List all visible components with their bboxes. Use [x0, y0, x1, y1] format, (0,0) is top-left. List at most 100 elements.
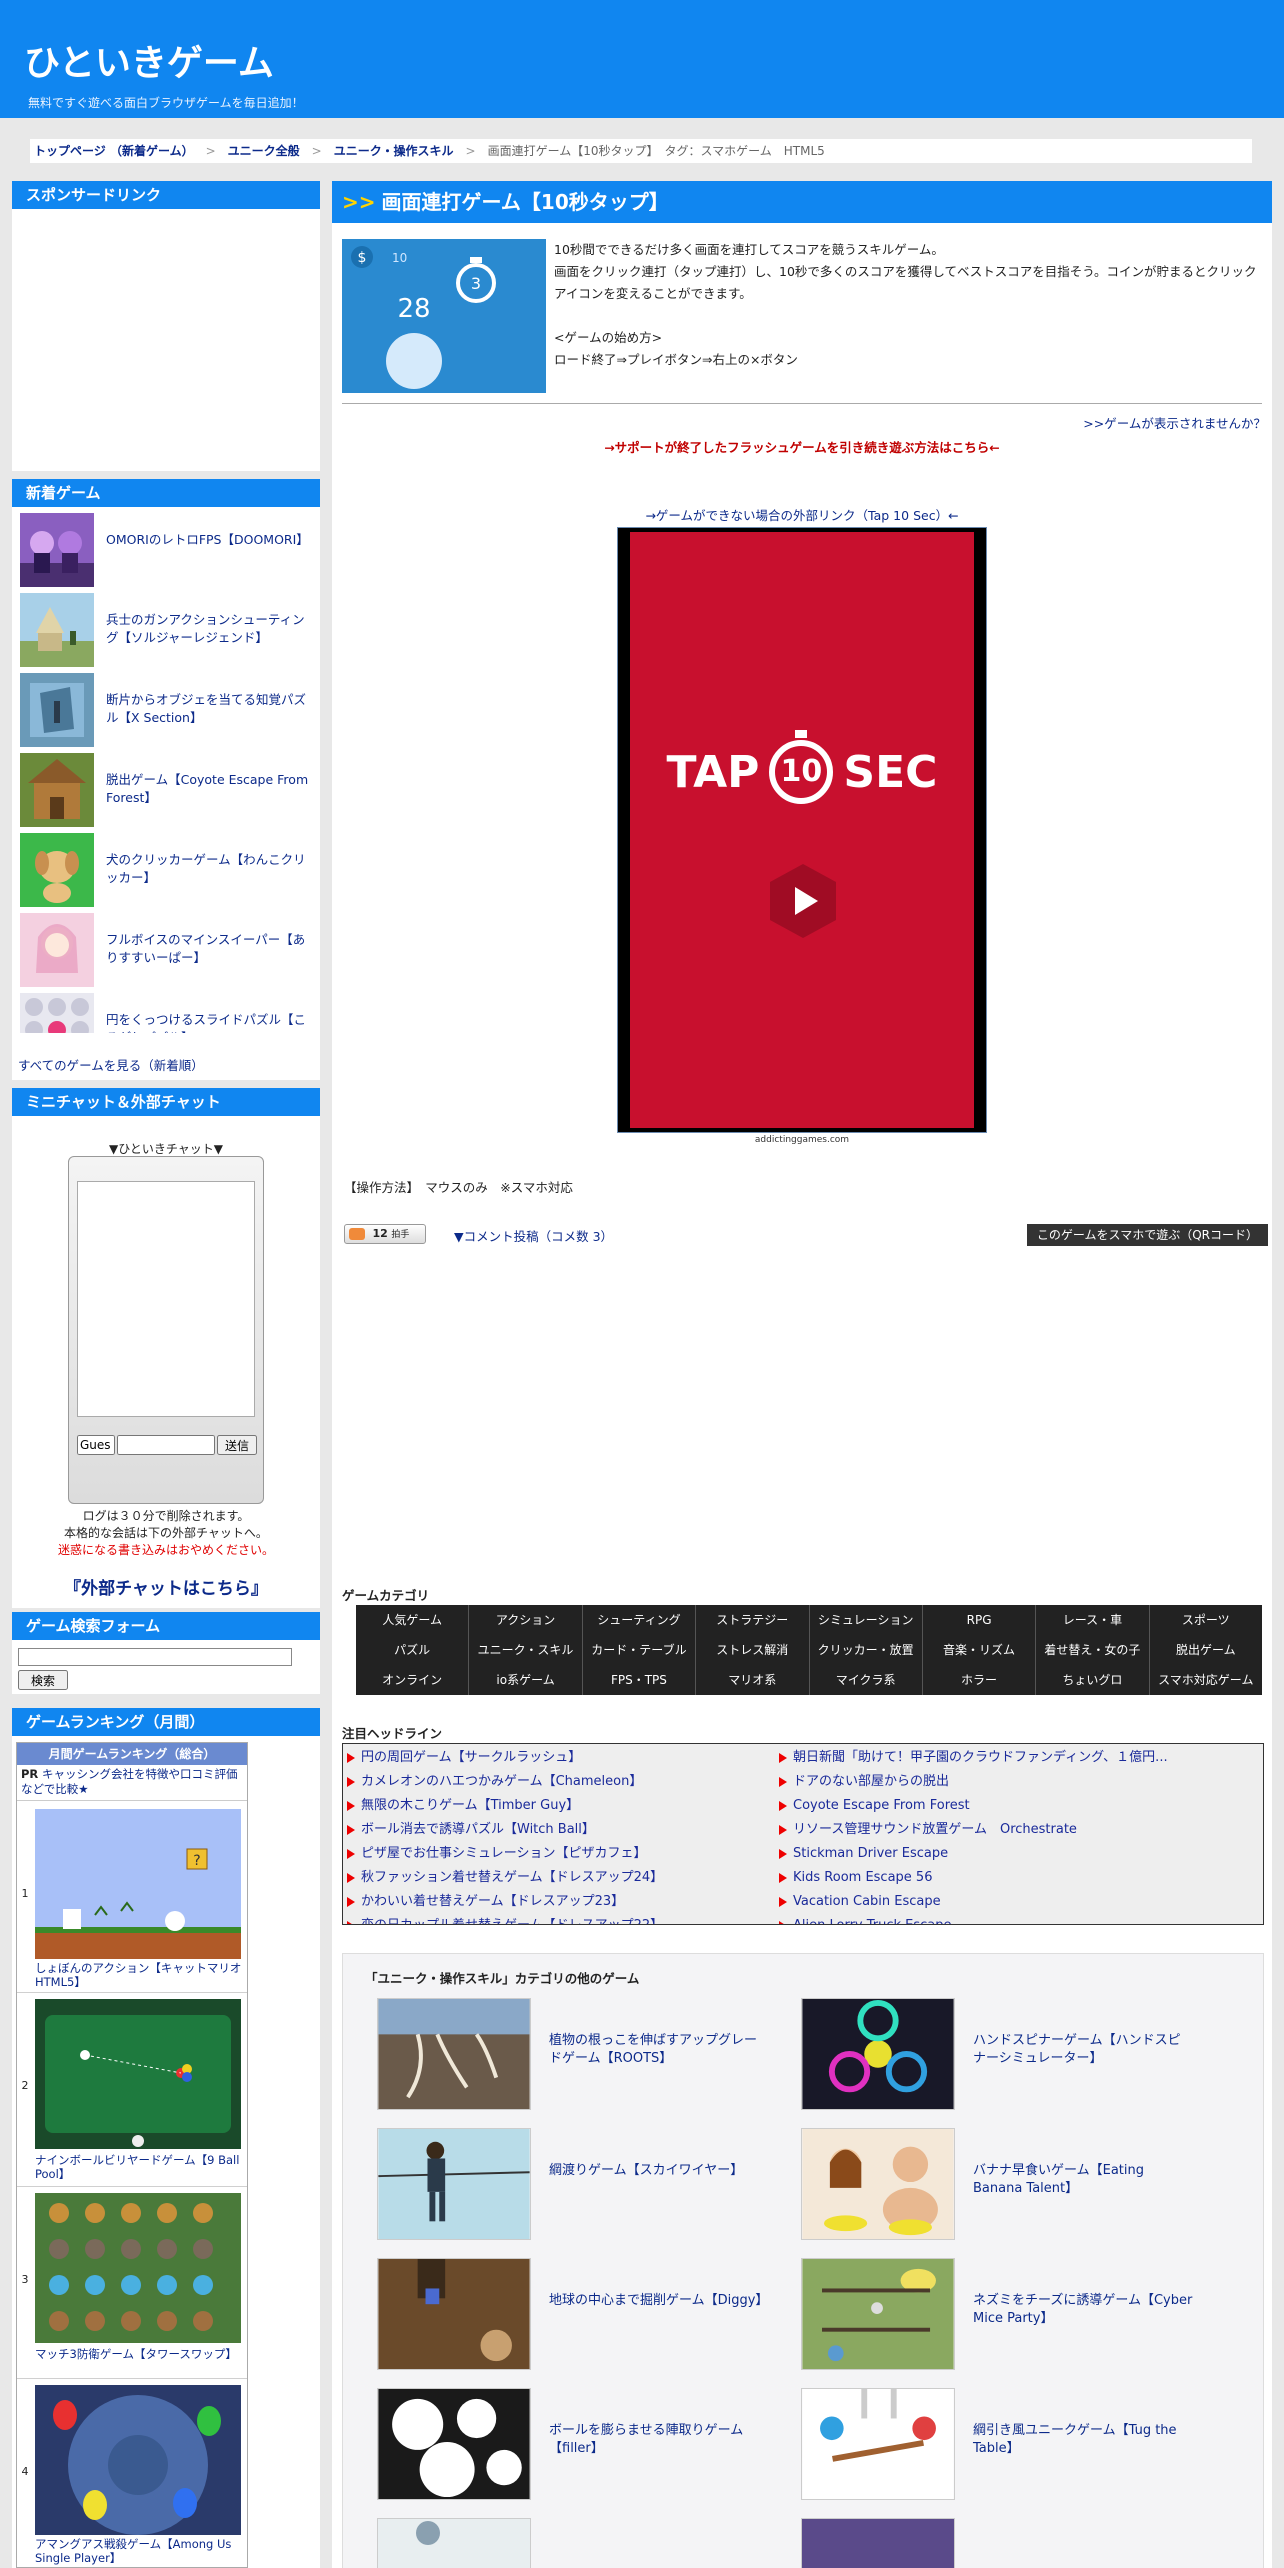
category-link[interactable]: クリッカー・放置 — [810, 1635, 923, 1665]
other-game-item[interactable]: ハンドスピナーゲーム【ハンドスピナーシミュレーター】 — [801, 1998, 1211, 2126]
external-chat-link[interactable]: 『外部チャットはこちら』 — [12, 1574, 320, 1599]
category-link[interactable]: FPS・TPS — [583, 1665, 697, 1695]
other-game-item[interactable]: 地球の中心まで掘削ゲーム【Diggy】 — [377, 2258, 787, 2386]
ranking-row[interactable]: 2 ナインボールビリヤードゲーム【9 Ball Pool】 — [17, 1993, 247, 2187]
site-title[interactable]: ひといきゲーム — [24, 34, 274, 86]
category-link[interactable]: io系ゲーム — [469, 1665, 583, 1695]
category-link[interactable]: マイクラ系 — [810, 1665, 923, 1695]
new-games-list: OMORIのレトロFPS【DOOMORI】 兵士のガンアクションシューティング【… — [12, 513, 320, 1033]
other-game-item[interactable]: 綱引き風ユニークゲーム【Tug the Table】 — [801, 2388, 1211, 2516]
qr-button[interactable]: このゲームをスマホで遊ぶ（QRコード） — [1026, 1224, 1268, 1246]
new-game-item[interactable]: 兵士のガンアクションシューティング【ソルジャーレジェンド】 — [20, 593, 312, 669]
ranking-number: 1 — [21, 1887, 29, 1900]
other-game-item[interactable]: ネズミをチーズに誘導ゲーム【Cyber Mice Party】 — [801, 2258, 1211, 2386]
category-link[interactable]: ユニーク・スキル — [469, 1635, 583, 1665]
ranking-row[interactable]: 1 ? しょぼんのアクション【キャットマリオ HTML5】 — [17, 1803, 247, 1993]
main-content: >> 画面連打ゲーム【10秒タップ】 $ 10 3 28 10秒間でできるだけ多く… — [332, 181, 1272, 2568]
clap-button[interactable]: 12 拍手 — [344, 1224, 426, 1244]
pr-link[interactable]: キャッシング会社を特徴や口コミ評価などで比較★ — [21, 1767, 237, 1796]
category-link[interactable]: パズル — [356, 1635, 470, 1665]
breadcrumb-home[interactable]: トップページ （新着ゲーム） — [34, 144, 194, 158]
search-button[interactable]: 検索 — [18, 1670, 68, 1690]
headline-item[interactable]: Vacation Cabin Escape — [779, 1890, 1209, 1914]
not-shown-link[interactable]: >>ゲームが表示されませんか？ — [1083, 413, 1266, 432]
category-link[interactable]: シミュレーション — [810, 1605, 923, 1635]
category-link[interactable]: 音楽・リズム — [923, 1635, 1037, 1665]
headline-item[interactable]: 朝日新聞「助けて！甲子園のクラウドファンディング、１億円... — [779, 1746, 1209, 1770]
all-games-link[interactable]: すべてのゲームを見る（新着順） — [18, 1055, 204, 1074]
category-link[interactable]: 着せ替え・女の子 — [1036, 1635, 1150, 1665]
other-game-item[interactable]: ボールを膨らませる陣取りゲーム【filler】 — [377, 2388, 787, 2516]
chat-name-field[interactable] — [77, 1435, 115, 1455]
new-game-label: OMORIのレトロFPS【DOOMORI】 — [106, 532, 309, 547]
headline-text: 恋の日カップル着せ替えゲーム【ドレスアップ22】 — [361, 1918, 663, 1924]
new-game-item[interactable]: 犬のクリッカーゲーム【わんこクリッカー】 — [20, 833, 312, 909]
headline-item[interactable]: 円の周回ゲーム【サークルラッシュ】 — [347, 1746, 767, 1770]
headline-text: ドアのない部屋からの脱出 — [793, 1774, 950, 1789]
headline-text: Kids Room Escape 56 — [793, 1870, 933, 1885]
new-game-item[interactable]: OMORIのレトロFPS【DOOMORI】 — [20, 513, 312, 589]
comment-link[interactable]: ▼コメント投稿（コメ数 3） — [454, 1226, 613, 1245]
ranking-box: ゲームランキング（月間） 月間ゲームランキング（総合） PR キャッシング会社を… — [12, 1708, 320, 2568]
category-link[interactable]: アクション — [469, 1605, 583, 1635]
headline-item[interactable]: リソース管理サウンド放置ゲーム Orchestrate — [779, 1818, 1209, 1842]
headline-item[interactable]: ドアのない部屋からの脱出 — [779, 1770, 1209, 1794]
new-game-item[interactable]: 断片からオブジェを当てる知覚パズル【X Section】 — [20, 673, 312, 749]
ranking-pr[interactable]: PR キャッシング会社を特徴や口コミ評価などで比較★ — [17, 1765, 247, 1801]
category-link[interactable]: マリオ系 — [696, 1665, 810, 1695]
category-link[interactable]: ストラテジー — [696, 1605, 810, 1635]
chat-log[interactable] — [77, 1181, 255, 1417]
ranking-row[interactable]: 4 アマングアス戦殺ゲーム【Among Us Single Player】 — [17, 2379, 247, 2567]
game-frame[interactable]: TAP 10 SEC — [617, 527, 987, 1133]
ranking-number: 2 — [21, 2079, 29, 2092]
play-button[interactable] — [768, 862, 838, 940]
category-link[interactable]: スポーツ — [1150, 1605, 1262, 1635]
headlines-box: 円の周回ゲーム【サークルラッシュ】 カメレオンのハエつかみゲーム【Chameleo… — [342, 1743, 1264, 1925]
other-game-item[interactable]: バナナ早食いゲーム【Eating Banana Talent】 — [801, 2128, 1211, 2256]
ranking-thumb — [35, 1999, 241, 2149]
headline-item[interactable]: Stickman Driver Escape — [779, 1842, 1209, 1866]
desc-line: 10秒間でできるだけ多く画面を連打してスコアを競うスキルゲーム。 — [554, 242, 944, 257]
flash-notice-link[interactable]: →サポートが終了したフラッシュゲームを引き続き遊ぶ方法はこちら← — [332, 437, 1272, 456]
game-credit[interactable]: addictinggames.com — [332, 1135, 1272, 1145]
headline-item[interactable]: 無限の木こりゲーム【Timber Guy】 — [347, 1794, 767, 1818]
desc-line: 画面をクリック連打（タップ連打）し、10秒で多くのスコアを獲得してベストスコアを… — [554, 264, 1257, 301]
category-link[interactable]: スマホ対応ゲーム — [1150, 1665, 1262, 1695]
search-input[interactable] — [18, 1648, 292, 1666]
chat-send-button[interactable]: 送信 — [217, 1435, 257, 1455]
headline-item[interactable]: カメレオンのハエつかみゲーム【Chameleon】 — [347, 1770, 767, 1794]
headline-item[interactable]: Coyote Escape From Forest — [779, 1794, 1209, 1818]
new-game-item[interactable]: 脱出ゲーム【Coyote Escape From Forest】 — [20, 753, 312, 829]
external-game-link[interactable]: →ゲームができない場合の外部リンク（Tap 10 Sec）← — [332, 505, 1272, 524]
headline-item[interactable]: かわいい着せ替えゲーム【ドレスアップ23】 — [347, 1890, 767, 1914]
headline-item[interactable]: ボール消去で誘導パズル【Witch Ball】 — [347, 1818, 767, 1842]
category-link[interactable]: 人気ゲーム — [356, 1605, 470, 1635]
breadcrumb-unique[interactable]: ユニーク全般 — [228, 144, 300, 158]
other-game-thumb-partial[interactable] — [377, 2518, 531, 2568]
new-game-item[interactable]: 円をくっつけるスライドパズル【ころがしパズル】 — [20, 993, 312, 1033]
headline-item[interactable]: Alien Lorry Truck Escape — [779, 1914, 1209, 1924]
headline-item[interactable]: ピザ屋でお仕事シミュレーション【ピザカフェ】 — [347, 1842, 767, 1866]
headline-item[interactable]: 恋の日カップル着せ替えゲーム【ドレスアップ22】 — [347, 1914, 767, 1924]
category-link[interactable]: レース・車 — [1036, 1605, 1150, 1635]
game-canvas[interactable]: TAP 10 SEC — [630, 532, 974, 1128]
headline-item[interactable]: 秋ファッション着せ替えゲーム【ドレスアップ24】 — [347, 1866, 767, 1890]
category-link[interactable]: 脱出ゲーム — [1150, 1635, 1262, 1665]
category-link[interactable]: RPG — [923, 1605, 1037, 1635]
breadcrumb-skill[interactable]: ユニーク・操作スキル — [334, 144, 454, 158]
category-link[interactable]: ちょいグロ — [1036, 1665, 1150, 1695]
other-game-item[interactable]: 綱渡りゲーム【スカイワイヤー】 — [377, 2128, 787, 2256]
category-link[interactable]: カード・テーブル — [583, 1635, 697, 1665]
other-game-thumb-partial[interactable] — [801, 2518, 955, 2568]
ranking-row[interactable]: 3 マッチ3防衛ゲーム【タワースワップ】 — [17, 2187, 247, 2379]
headline-item[interactable]: Kids Room Escape 56 — [779, 1866, 1209, 1890]
other-game-item[interactable]: 植物の根っこを伸ばすアップグレードゲーム【ROOTS】 — [377, 1998, 787, 2126]
chat-title: ミニチャット＆外部チャット — [12, 1088, 320, 1116]
category-link[interactable]: ストレス解消 — [696, 1635, 810, 1665]
new-game-item[interactable]: フルボイスのマインスイーパー【ありすすいーぱー】 — [20, 913, 312, 989]
other-game-thumb — [377, 1998, 531, 2110]
category-link[interactable]: シューティング — [583, 1605, 697, 1635]
chat-message-field[interactable] — [117, 1435, 215, 1455]
category-link[interactable]: オンライン — [356, 1665, 470, 1695]
category-link[interactable]: ホラー — [923, 1665, 1037, 1695]
